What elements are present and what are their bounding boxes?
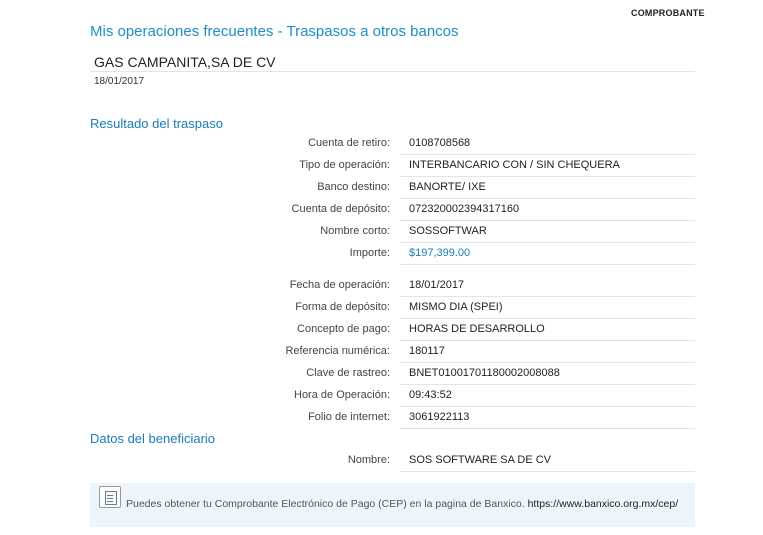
detail-value: 072320002394317160 bbox=[400, 199, 695, 221]
detail-label: Importe: bbox=[349, 247, 390, 259]
detail-value: 0108708568 bbox=[400, 133, 695, 155]
detail-value: SOSSOFTWAR bbox=[400, 221, 695, 243]
detail-label: Cuenta de depósito: bbox=[291, 203, 390, 215]
detail-row-nombre: Nombre: SOS SOFTWARE SA DE CV bbox=[90, 450, 695, 472]
detail-row-clave-rastreo: Clave de rastreo: BNET010017011800020080… bbox=[90, 363, 695, 385]
detail-label: Concepto de pago: bbox=[297, 323, 390, 335]
detail-label: Tipo de operación: bbox=[299, 159, 390, 171]
transfer-details-group-1: Cuenta de retiro: 0108708568 Tipo de ope… bbox=[90, 133, 695, 265]
detail-row-banco-destino: Banco destino: BANORTE/ IXE bbox=[90, 177, 695, 199]
detail-row-importe: Importe: $197,399.00 bbox=[90, 243, 695, 265]
detail-value: MISMO DIA (SPEI) bbox=[400, 297, 695, 319]
detail-label: Forma de depósito: bbox=[295, 301, 390, 313]
detail-row-concepto-pago: Concepto de pago: HORAS DE DESARROLLO bbox=[90, 319, 695, 341]
detail-label: Banco destino: bbox=[317, 181, 390, 193]
detail-label: Nombre corto: bbox=[320, 225, 390, 237]
detail-value: 09:43:52 bbox=[400, 385, 695, 407]
detail-label: Fecha de operación: bbox=[289, 279, 390, 291]
detail-row-cuenta-retiro: Cuenta de retiro: 0108708568 bbox=[90, 133, 695, 155]
transfer-result-title: Resultado del traspaso bbox=[90, 116, 223, 131]
detail-label: Cuenta de retiro: bbox=[308, 137, 390, 149]
detail-row-forma-deposito: Forma de depósito: MISMO DIA (SPEI) bbox=[90, 297, 695, 319]
cep-notice-text: Puedes obtener tu Comprobante Electrónic… bbox=[126, 498, 525, 510]
company-date: 18/01/2017 bbox=[94, 76, 145, 87]
detail-row-cuenta-deposito: Cuenta de depósito: 072320002394317160 bbox=[90, 199, 695, 221]
detail-row-tipo-operacion: Tipo de operación: INTERBANCARIO CON / S… bbox=[90, 155, 695, 177]
company-header: GAS CAMPANITA,SA DE CV 18/01/2017 bbox=[90, 52, 695, 87]
detail-value: 18/01/2017 bbox=[400, 275, 695, 297]
detail-value: SOS SOFTWARE SA DE CV bbox=[400, 450, 695, 472]
detail-row-nombre-corto: Nombre corto: SOSSOFTWAR bbox=[90, 221, 695, 243]
detail-row-hora-operacion: Hora de Operación: 09:43:52 bbox=[90, 385, 695, 407]
document-icon bbox=[99, 486, 121, 508]
beneficiary-title: Datos del beneficiario bbox=[90, 431, 216, 446]
detail-value: HORAS DE DESARROLLO bbox=[400, 319, 695, 341]
detail-label: Nombre: bbox=[347, 454, 390, 466]
detail-row-referencia-numerica: Referencia numérica: 180117 bbox=[90, 341, 695, 363]
detail-label: Folio de internet: bbox=[308, 411, 390, 423]
detail-row-folio-internet: Folio de internet: 3061922113 bbox=[90, 407, 695, 429]
company-name: GAS CAMPANITA,SA DE CV bbox=[90, 52, 695, 72]
detail-label: Clave de rastreo: bbox=[306, 367, 390, 379]
detail-value: BANORTE/ IXE bbox=[400, 177, 695, 199]
detail-value: 3061922113 bbox=[400, 407, 695, 429]
comprobante-link[interactable]: COMPROBANTE bbox=[631, 8, 705, 18]
beneficiary-details: Nombre: SOS SOFTWARE SA DE CV bbox=[90, 450, 695, 472]
detail-label: Referencia numérica: bbox=[285, 345, 390, 357]
cep-notice-text-block: Puedes obtener tu Comprobante Electrónic… bbox=[98, 486, 687, 512]
transfer-details-group-2: Fecha de operación: 18/01/2017 Forma de … bbox=[90, 275, 695, 429]
detail-label: Hora de Operación: bbox=[294, 389, 390, 401]
detail-value: BNET01001701180002008088 bbox=[400, 363, 695, 385]
page-title: Mis operaciones frecuentes - Traspasos a… bbox=[90, 23, 459, 40]
banxico-link[interactable]: https://www.banxico.org.mx/cep/ bbox=[528, 498, 679, 510]
amount-value: $197,399.00 bbox=[400, 243, 695, 265]
cep-notice: Puedes obtener tu Comprobante Electrónic… bbox=[90, 483, 695, 527]
detail-row-fecha-operacion: Fecha de operación: 18/01/2017 bbox=[90, 275, 695, 297]
detail-value: 180117 bbox=[400, 341, 695, 363]
detail-value: INTERBANCARIO CON / SIN CHEQUERA bbox=[400, 155, 695, 177]
